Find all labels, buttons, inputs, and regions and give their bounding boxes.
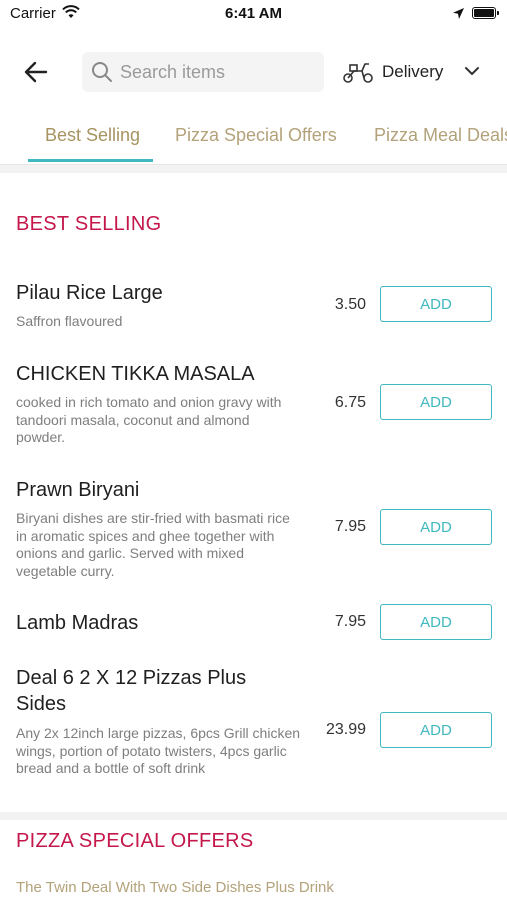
item-name: Lamb Madras [16, 612, 139, 634]
tab-pizza-meal-deals[interactable]: Pizza Meal Deals [374, 125, 507, 146]
item-description: Saffron flavoured [16, 313, 123, 329]
item-name: Pilau Rice Large [16, 282, 163, 304]
section-title-best-selling: BEST SELLING [16, 213, 162, 235]
section-title-pizza-special-offers: PIZZA SPECIAL OFFERS [16, 830, 254, 852]
item-description: Biryani dishes are stir-fried with basma… [16, 510, 290, 579]
section-divider [0, 812, 507, 820]
status-bar: Carrier 6:41 AM [0, 0, 507, 28]
search-input[interactable] [120, 60, 315, 84]
scooter-icon [342, 60, 374, 89]
add-button[interactable]: ADD [380, 509, 492, 545]
item-description: cooked in rich tomato and onion gravy wi… [16, 394, 282, 445]
item-price: 6.75 [334, 394, 366, 411]
add-button[interactable]: ADD [380, 712, 492, 748]
item-price: 3.50 [334, 296, 366, 313]
clock: 6:41 AM [225, 5, 282, 22]
search-icon [91, 61, 113, 88]
battery-icon [472, 7, 499, 19]
add-button[interactable]: ADD [380, 604, 492, 640]
add-button[interactable]: ADD [380, 286, 492, 322]
add-button[interactable]: ADD [380, 384, 492, 420]
delivery-label: Delivery [382, 62, 444, 81]
item-price: 7.95 [334, 613, 366, 630]
item-name: Deal 6 2 X 12 Pizzas Plus Sides [16, 667, 247, 715]
section-divider [0, 165, 507, 173]
category-tabs: Best Selling Pizza Special Offers Pizza … [0, 110, 507, 165]
search-bar[interactable] [82, 52, 324, 92]
location-arrow-icon [452, 7, 465, 25]
item-price: 7.95 [334, 518, 366, 535]
offer-item-name[interactable]: The Twin Deal With Two Side Dishes Plus … [16, 879, 334, 896]
item-name: Prawn Biryani [16, 479, 140, 501]
item-name: CHICKEN TIKKA MASALA [16, 363, 255, 385]
item-price: 23.99 [325, 721, 366, 738]
active-tab-indicator [28, 159, 153, 162]
tab-pizza-special-offers[interactable]: Pizza Special Offers [175, 125, 337, 146]
tab-best-selling[interactable]: Best Selling [45, 125, 140, 146]
back-arrow-icon[interactable] [22, 58, 50, 86]
item-description: Any 2x 12inch large pizzas, 6pcs Grill c… [16, 725, 301, 776]
chevron-down-icon [464, 64, 480, 82]
